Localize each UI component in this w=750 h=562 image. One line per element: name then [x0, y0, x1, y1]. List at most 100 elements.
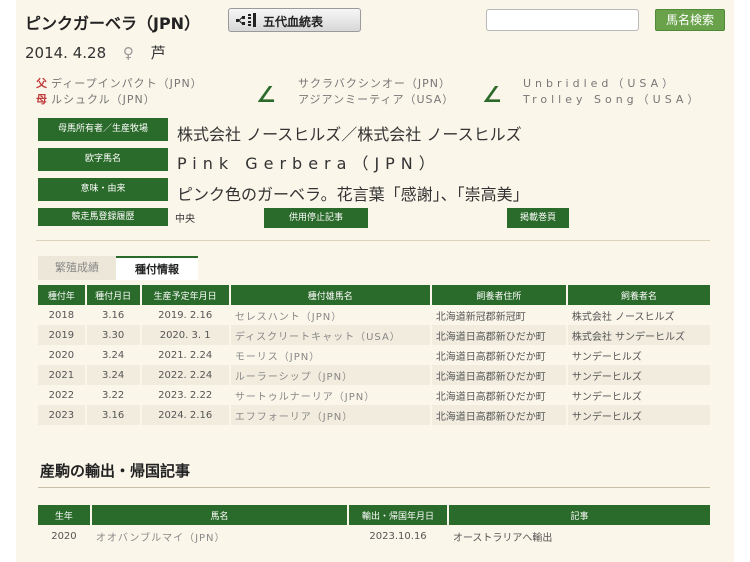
table-row: 2020 3.24 2021. 2.24 モーリス（JPN） 北海道日高郡新ひだ…: [38, 345, 710, 365]
tab-breeding-results[interactable]: 繁殖成績: [38, 256, 116, 280]
cell-year: 2022: [48, 389, 75, 401]
table-row: 2023 3.16 2024. 2.16 エフフォーリア（JPN） 北海道日高郡…: [38, 405, 710, 425]
cell-address: 北海道日高郡新ひだか町: [435, 391, 546, 403]
table-row: 2021 3.24 2022. 2.24 ルーラーシップ（JPN） 北海道日高郡…: [38, 365, 710, 385]
sire-mark: 父: [36, 77, 47, 90]
cell-horse-link[interactable]: オオバンブルマイ（JPN）: [92, 525, 347, 547]
pedigree-button-label: 五代血統表: [263, 15, 324, 29]
cell-keeper: 株式会社 ノースヒルズ: [571, 311, 675, 323]
export-table: 生年 馬名 輸出・帰国年月日 記事 2020 オオバンブルマイ（JPN） 202…: [36, 505, 712, 547]
cell-due-date: 2019. 2.16: [158, 309, 213, 321]
cell-keeper: 株式会社 サンデーヒルズ: [567, 325, 710, 345]
sire-sire-link[interactable]: サクラバクシンオー（JPN）: [298, 75, 451, 91]
coat-color: 芦: [150, 44, 166, 62]
meaning-label: 意味・由来: [38, 178, 168, 201]
sire-dam-link[interactable]: アジアンミーティア（USA）: [298, 91, 454, 107]
table-row: 2019 3.30 2020. 3. 1 ディスクリートキャット（USA） 北海…: [38, 325, 710, 345]
owner-label: 母馬所有者／生産牧場: [38, 118, 168, 141]
cell-article: オーストラリアへ輸出: [452, 532, 553, 544]
tab-stud-info[interactable]: 種付情報: [116, 256, 198, 280]
cross-divider-icon: ∠: [256, 83, 277, 108]
table-row: 2020 オオバンブルマイ（JPN） 2023.10.16 オーストラリアへ輸出: [38, 525, 710, 547]
owner-value: 株式会社 ノースヒルズ／株式会社 ノースヒルズ: [177, 125, 522, 144]
header-cell: 馬名: [91, 505, 348, 525]
cell-export-date: 2023.10.16: [369, 530, 427, 542]
header-cell: 飼養者名: [567, 285, 710, 305]
cross-divider-icon: ∠: [482, 83, 503, 108]
header-cell: 種付年: [38, 285, 85, 305]
table-row: 2018 3.16 2019. 2.16 セレスハント（JPN） 北海道新冠郡新…: [38, 305, 710, 325]
horse-search-input[interactable]: [486, 9, 639, 31]
stud-table-header: 種付年 種付月日 生産予定年月日 種付雄馬名 飼養者住所 飼養者名: [38, 285, 710, 305]
cell-date: 3.16: [86, 405, 140, 425]
cell-year: 2018: [48, 309, 75, 321]
export-table-header: 生年 馬名 輸出・帰国年月日 記事: [38, 505, 710, 525]
cell-keeper: サンデーヒルズ: [571, 351, 642, 363]
sire-link[interactable]: ディープインパクト（JPN）: [51, 77, 203, 90]
header-cell: 生年: [38, 505, 90, 525]
pedigree-button[interactable]: 五代血統表: [228, 8, 361, 32]
horse-search-button[interactable]: 馬名検索: [655, 9, 725, 31]
cell-address: 北海道日高郡新ひだか町: [431, 325, 566, 345]
header-cell: 記事: [448, 505, 710, 525]
cell-address: 北海道日高郡新ひだか町: [435, 351, 546, 363]
cell-date: 3.24: [101, 349, 125, 361]
cell-address: 北海道日高郡新ひだか町: [431, 365, 566, 385]
cell-address: 北海道日高郡新ひだか町: [431, 405, 566, 425]
dam-mark: 母: [36, 93, 47, 106]
cell-stallion-link[interactable]: モーリス（JPN）: [231, 345, 430, 365]
page-ref-button[interactable]: 掲載巻頁: [507, 208, 569, 228]
cell-year: 2020: [48, 349, 75, 361]
dam-row: 母ルシュクル（JPN）: [36, 91, 156, 107]
stud-table: 種付年 種付月日 生産予定年月日 種付雄馬名 飼養者住所 飼養者名 2018 3…: [36, 285, 712, 425]
roman-name-value: Pink Gerbera（JPN）: [177, 154, 441, 173]
section-underline: [38, 487, 710, 488]
cell-due-date: 2023. 2.22: [158, 389, 213, 401]
registration-history-label: 競走馬登録履歴: [38, 208, 168, 226]
pedigree-tree-icon: [236, 13, 256, 27]
cell-date: 3.30: [86, 325, 140, 345]
cell-due-date: 2022. 2.24: [141, 365, 229, 385]
birth-info: 2014. 4.28 ♀ 芦: [25, 42, 178, 63]
dam-link[interactable]: ルシュクル（JPN）: [51, 93, 156, 106]
cell-stallion-link[interactable]: エフフォーリア（JPN）: [230, 405, 430, 425]
horse-header: ピンクガーベラ（JPN） 五代血統表 馬名検索: [25, 8, 725, 34]
dam-dam-link[interactable]: Trolley Song（USA）: [523, 91, 702, 107]
cell-stallion-link[interactable]: セレスハント（JPN）: [231, 305, 430, 325]
cell-stallion-link[interactable]: サートゥルナーリア（JPN）: [231, 385, 430, 405]
cell-keeper: サンデーヒルズ: [567, 365, 710, 385]
cell-birth-year: 2020: [51, 530, 77, 542]
cell-date: 3.16: [101, 309, 125, 321]
sex-symbol: ♀: [122, 44, 134, 62]
cell-year: 2019: [38, 325, 85, 345]
header-cell: 輸出・帰国年月日: [349, 505, 447, 525]
table-row: 2022 3.22 2023. 2.22 サートゥルナーリア（JPN） 北海道日…: [38, 385, 710, 405]
header-cell: 生産予定年月日: [141, 285, 229, 305]
cell-year: 2021: [38, 365, 85, 385]
cell-date: 3.24: [86, 365, 140, 385]
cell-due-date: 2021. 2.24: [158, 349, 213, 361]
roman-name-label: 欧字馬名: [38, 148, 168, 171]
cell-date: 3.22: [101, 389, 125, 401]
birth-date: 2014. 4.28: [25, 44, 107, 62]
cell-address: 北海道新冠郡新冠町: [435, 311, 526, 323]
meaning-value: ピンク色のガーベラ。花言葉「感謝」、「崇高美」: [177, 185, 529, 204]
export-section-title: 産駒の輸出・帰国記事: [40, 462, 191, 480]
cell-due-date: 2024. 2.16: [141, 405, 229, 425]
parents-block: 父ディープインパクト（JPN） 母ルシュクル（JPN） ∠ サクラバクシンオー（…: [36, 75, 716, 115]
cell-due-date: 2020. 3. 1: [141, 325, 229, 345]
header-cell: 種付雄馬名: [230, 285, 430, 305]
cell-keeper: サンデーヒルズ: [567, 405, 710, 425]
header-cell: 飼養者住所: [431, 285, 566, 305]
cell-year: 2023: [38, 405, 85, 425]
cell-keeper: サンデーヒルズ: [571, 391, 642, 403]
dam-sire-link[interactable]: Unbridled（USA）: [523, 75, 677, 91]
cell-stallion-link[interactable]: ルーラーシップ（JPN）: [230, 365, 430, 385]
sire-row: 父ディープインパクト（JPN）: [36, 75, 203, 91]
registration-history-value: 中央: [175, 214, 195, 225]
section-divider: [36, 240, 710, 241]
cell-stallion-link[interactable]: ディスクリートキャット（USA）: [230, 325, 430, 345]
retire-article-button[interactable]: 供用停止記事: [264, 208, 368, 228]
header-cell: 種付月日: [86, 285, 140, 305]
horse-name: ピンクガーベラ（JPN）: [25, 14, 201, 33]
